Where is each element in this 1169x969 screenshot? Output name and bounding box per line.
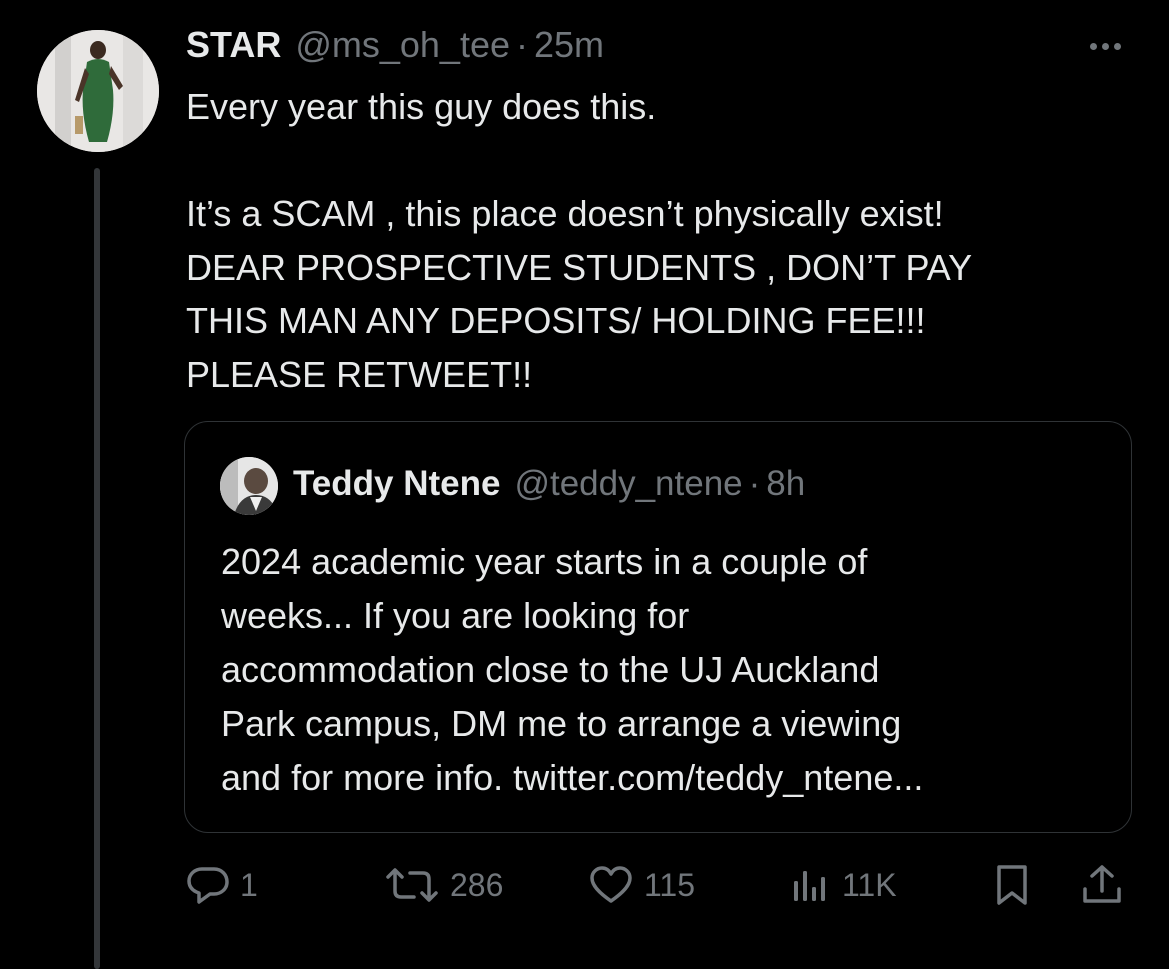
quote-header: Teddy Ntene @teddy_ntene · 8h — [293, 464, 805, 504]
user-handle[interactable]: @ms_oh_tee — [295, 24, 510, 66]
tweet-header: STAR @ms_oh_tee · 25m — [186, 24, 604, 72]
more-icon-dot — [1113, 42, 1121, 50]
quote-text-line: weeks... If you are looking for — [221, 595, 690, 636]
heart-icon — [590, 866, 632, 903]
view-count: 11K — [842, 866, 897, 903]
retweet-icon — [386, 868, 438, 902]
more-icon — [1089, 42, 1097, 50]
views-icon — [794, 871, 825, 901]
display-name[interactable]: STAR — [186, 24, 281, 66]
views-button[interactable]: 11K — [788, 855, 897, 915]
retweet-button[interactable]: 286 — [384, 855, 503, 915]
share-button[interactable] — [1080, 855, 1124, 915]
quote-timestamp[interactable]: 8h — [766, 464, 805, 504]
thread-connector-line — [94, 168, 100, 969]
tweet-text-line: THIS MAN ANY DEPOSITS/ HOLDING FEE!!! — [186, 300, 926, 341]
quote-text-line: 2024 academic year starts in a couple of — [221, 541, 868, 582]
reply-icon — [187, 867, 229, 904]
more-options-button[interactable] — [1080, 28, 1130, 64]
tweet-text-line: Every year this guy does this. — [186, 86, 657, 127]
quote-text-line: and for more info. twitter.com/teddy_nte… — [221, 757, 924, 798]
tweet-text-line — [186, 134, 1136, 188]
tweet-text-line: It’s a SCAM , this place doesn’t physica… — [186, 193, 944, 234]
bookmark-button[interactable] — [990, 855, 1034, 915]
quote-text-line: accommodation close to the UJ Auckland — [221, 649, 880, 690]
timestamp[interactable]: 25m — [534, 24, 604, 66]
quote-separator-dot: · — [748, 464, 761, 503]
retweet-count: 286 — [450, 866, 504, 903]
like-count: 115 — [644, 866, 696, 903]
quote-display-name[interactable]: Teddy Ntene — [293, 464, 500, 504]
quoted-tweet-card[interactable]: Teddy Ntene @teddy_ntene · 8h 2024 acade… — [184, 421, 1132, 833]
tweet-text: Every year this guy does this. It’s a SC… — [186, 80, 1136, 401]
like-button[interactable]: 115 — [588, 855, 695, 915]
more-icon-dot — [1101, 42, 1109, 50]
tweet-actions-bar: 1 286 115 11K — [0, 855, 1169, 915]
quote-text: 2024 academic year starts in a couple of… — [221, 535, 1121, 805]
quote-text-line: Park campus, DM me to arrange a viewing — [221, 703, 902, 744]
avatar-photo — [37, 30, 159, 152]
share-icon — [1083, 865, 1121, 903]
reply-button[interactable]: 1 — [186, 855, 258, 915]
quote-user-handle[interactable]: @teddy_ntene — [514, 464, 742, 504]
tweet-text-line: PLEASE RETWEET!! — [186, 353, 533, 395]
bookmark-icon — [997, 865, 1027, 905]
tweet-text-line: DEAR PROSPECTIVE STUDENTS , DON’T PAY — [186, 246, 973, 288]
avatar[interactable] — [37, 30, 159, 152]
quote-avatar[interactable] — [220, 457, 278, 515]
quote-avatar-photo — [220, 457, 278, 515]
reply-count: 1 — [240, 866, 258, 903]
separator-dot: · — [516, 24, 528, 65]
